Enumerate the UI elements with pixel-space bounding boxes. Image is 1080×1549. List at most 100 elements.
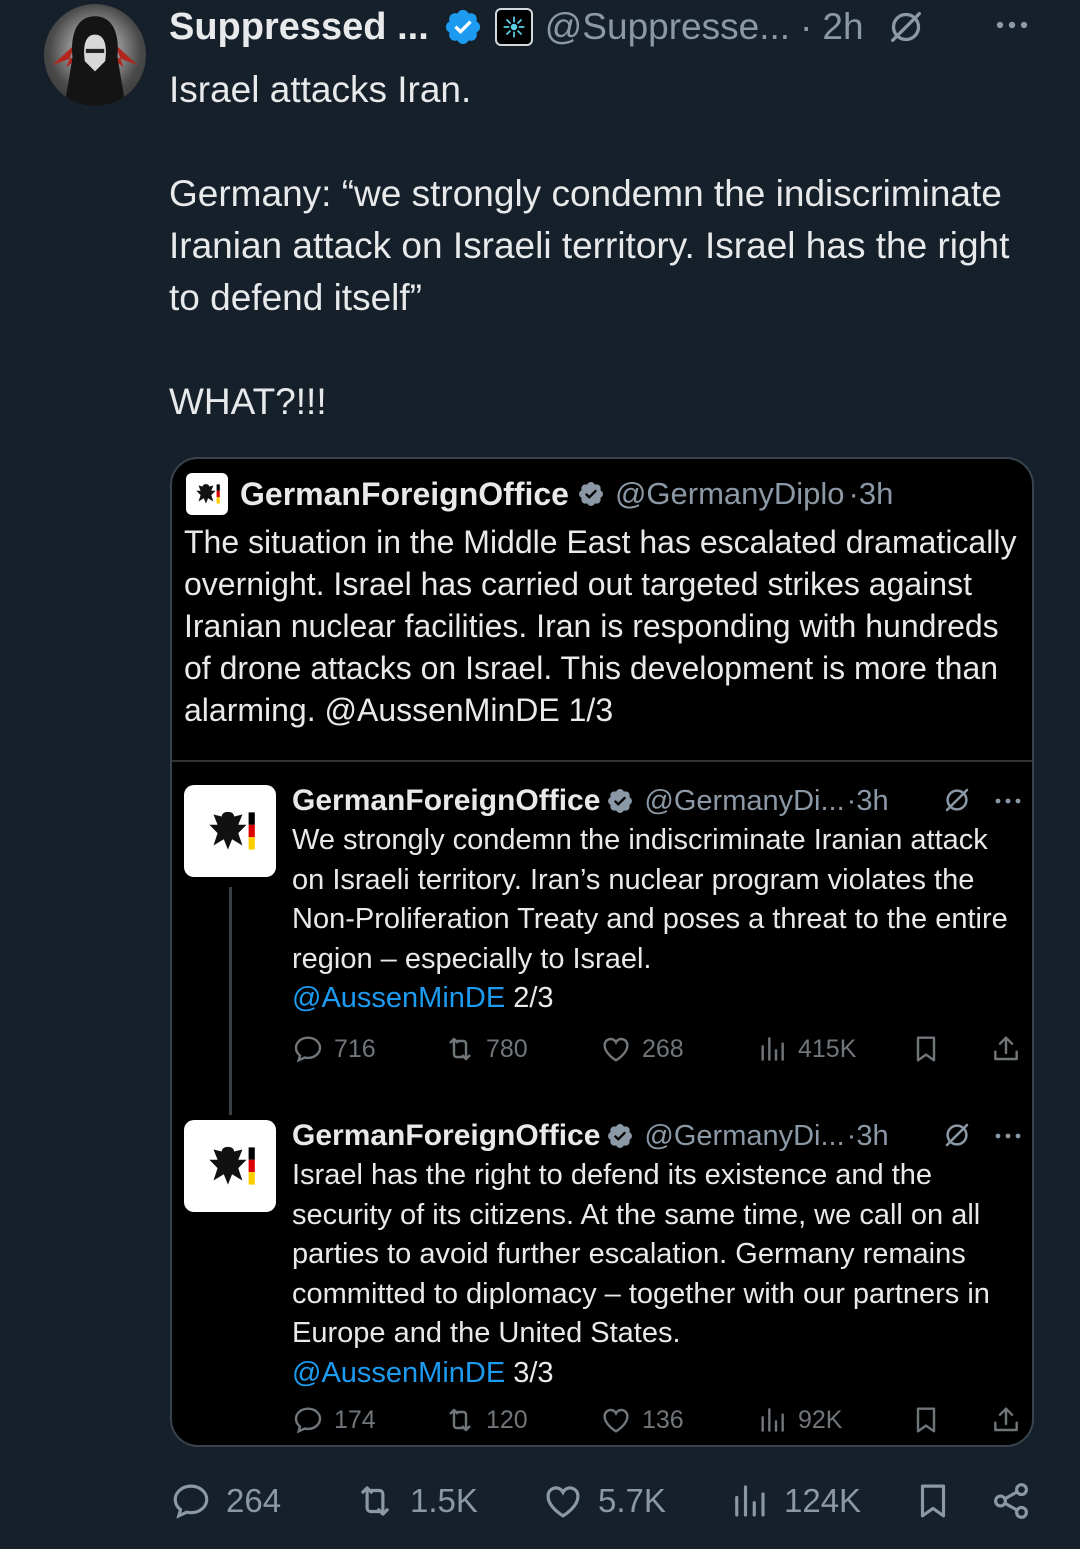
like-icon bbox=[603, 1037, 629, 1062]
eagle-logo-icon bbox=[184, 1120, 276, 1212]
bookmark-icon bbox=[920, 1484, 946, 1518]
reply-handle: @GermanyDi... bbox=[644, 1119, 845, 1152]
views-count: 92K bbox=[798, 1405, 843, 1434]
quoted-time: ·3h bbox=[848, 476, 894, 511]
reply-handle: @GermanyDi... bbox=[644, 784, 845, 817]
verified-badge-icon bbox=[608, 789, 633, 813]
reply-icon bbox=[173, 1484, 209, 1519]
more-icon[interactable] bbox=[992, 1128, 1024, 1144]
share-button[interactable] bbox=[990, 1033, 1022, 1065]
verified-badge-icon bbox=[608, 1124, 633, 1148]
thread-line bbox=[229, 887, 232, 1115]
repost-count: 120 bbox=[486, 1405, 528, 1434]
eagle-logo-icon bbox=[186, 473, 228, 515]
share-button[interactable] bbox=[990, 1480, 1046, 1522]
thread-counter: 3/3 bbox=[505, 1356, 554, 1389]
repost-button[interactable]: 1.5K bbox=[354, 1480, 478, 1522]
reply-count: 264 bbox=[226, 1482, 282, 1519]
like-button[interactable]: 5.7K bbox=[542, 1480, 666, 1522]
like-count: 5.7K bbox=[598, 1482, 666, 1519]
grok-icon[interactable] bbox=[942, 785, 972, 815]
more-icon[interactable] bbox=[992, 793, 1024, 809]
like-icon bbox=[546, 1486, 580, 1518]
repost-count: 1.5K bbox=[410, 1482, 478, 1519]
like-count: 268 bbox=[642, 1034, 684, 1063]
reply-body: Israel has the right to defend its exist… bbox=[292, 1159, 990, 1349]
separator: · bbox=[800, 6, 813, 47]
divider bbox=[172, 760, 1032, 762]
tweet-paragraph: WHAT?!!! bbox=[169, 381, 327, 422]
author-handle[interactable]: @Suppresse... bbox=[545, 6, 790, 48]
repost-button[interactable]: 780 bbox=[444, 1033, 528, 1065]
reply-text: We strongly condemn the indiscriminate I… bbox=[292, 821, 1022, 1019]
mention-link[interactable]: @AussenMinDE bbox=[292, 982, 505, 1014]
quoted-handle: @GermanyDiplo bbox=[614, 476, 845, 511]
share-button[interactable] bbox=[990, 1404, 1022, 1436]
reply-body: We strongly condemn the indiscriminate I… bbox=[292, 824, 1008, 975]
reply-time: ·3h bbox=[846, 1119, 889, 1152]
reply-text: Israel has the right to defend its exist… bbox=[292, 1156, 1022, 1393]
bookmark-button[interactable] bbox=[910, 1033, 942, 1065]
verified-badge-icon bbox=[578, 482, 603, 506]
reply-author-name: GermanForeignOffice bbox=[292, 784, 601, 817]
repost-icon bbox=[449, 1408, 471, 1432]
like-button[interactable]: 268 bbox=[600, 1033, 684, 1065]
quoted-text: The situation in the Middle East has esc… bbox=[184, 524, 1017, 728]
tweet-paragraph: Israel attacks Iran. bbox=[169, 69, 472, 110]
verified-badge-icon[interactable] bbox=[443, 7, 483, 47]
hooded-figure-icon bbox=[52, 16, 138, 106]
views-icon bbox=[761, 1408, 784, 1432]
quoted-tweet[interactable]: GermanForeignOffice @GermanyDiplo ·3h Th… bbox=[170, 457, 1034, 1447]
author-name[interactable]: Suppressed ... bbox=[169, 6, 429, 49]
bookmark-button[interactable] bbox=[910, 1404, 942, 1436]
bookmark-button[interactable] bbox=[912, 1480, 968, 1522]
repost-count: 780 bbox=[486, 1034, 528, 1063]
bookmark-icon bbox=[916, 1036, 936, 1062]
thread-counter: 2/3 bbox=[505, 982, 554, 1014]
repost-icon bbox=[449, 1037, 471, 1061]
views-button[interactable]: 92K bbox=[756, 1404, 842, 1436]
reply-actions: 716 780 268 415K bbox=[292, 1033, 1032, 1073]
like-count: 136 bbox=[642, 1405, 684, 1434]
grok-icon[interactable] bbox=[942, 1120, 972, 1150]
reply-header: GermanForeignOffice @GermanyDi... ·3h bbox=[292, 1119, 889, 1152]
views-button[interactable]: 124K bbox=[728, 1480, 861, 1522]
reply-icon bbox=[294, 1407, 322, 1434]
timestamp[interactable]: 2h bbox=[822, 6, 863, 48]
avatar[interactable] bbox=[44, 4, 146, 106]
quoted-tweet-header: GermanForeignOffice @GermanyDiplo ·3h bbox=[186, 469, 893, 519]
views-button[interactable]: 415K bbox=[756, 1033, 856, 1065]
views-icon bbox=[735, 1485, 765, 1517]
more-icon[interactable] bbox=[992, 10, 1032, 40]
like-icon bbox=[603, 1408, 629, 1433]
share-icon bbox=[994, 1407, 1018, 1432]
reply-actions: 174 120 136 92K bbox=[292, 1404, 1032, 1444]
tweet-paragraph: Germany: “we strongly condemn the indisc… bbox=[169, 173, 1020, 318]
tweet-text: Israel attacks Iran. Germany: “we strong… bbox=[169, 64, 1049, 428]
eagle-logo-icon bbox=[184, 785, 276, 877]
repost-icon bbox=[360, 1486, 390, 1516]
views-count: 124K bbox=[784, 1482, 862, 1519]
views-count: 415K bbox=[798, 1034, 857, 1063]
reply-header: GermanForeignOffice @GermanyDi... ·3h bbox=[292, 784, 889, 817]
views-icon bbox=[761, 1037, 784, 1061]
tweet-actions: 264 1.5K 5.7K 124K bbox=[170, 1480, 1040, 1534]
reply-button[interactable]: 716 bbox=[292, 1033, 376, 1065]
share-icon bbox=[994, 1483, 1028, 1519]
share-icon bbox=[994, 1036, 1018, 1061]
tweet-header: Suppressed ... @Suppresse... · 2h bbox=[169, 4, 926, 50]
reply-button[interactable]: 174 bbox=[292, 1404, 376, 1436]
reply-count: 174 bbox=[334, 1405, 376, 1434]
quoted-author-name: GermanForeignOffice bbox=[240, 475, 569, 512]
grok-icon[interactable] bbox=[886, 7, 926, 47]
reply-icon bbox=[294, 1036, 322, 1063]
reply-button[interactable]: 264 bbox=[170, 1480, 281, 1522]
like-button[interactable]: 136 bbox=[600, 1404, 684, 1436]
reply-author-name: GermanForeignOffice bbox=[292, 1119, 601, 1152]
affiliate-badge-icon[interactable] bbox=[494, 8, 533, 46]
reply-time: ·3h bbox=[846, 784, 889, 817]
bookmark-icon bbox=[916, 1407, 936, 1433]
mention-link[interactable]: @AussenMinDE bbox=[292, 1357, 505, 1389]
reply-count: 716 bbox=[334, 1034, 376, 1063]
repost-button[interactable]: 120 bbox=[444, 1404, 528, 1436]
